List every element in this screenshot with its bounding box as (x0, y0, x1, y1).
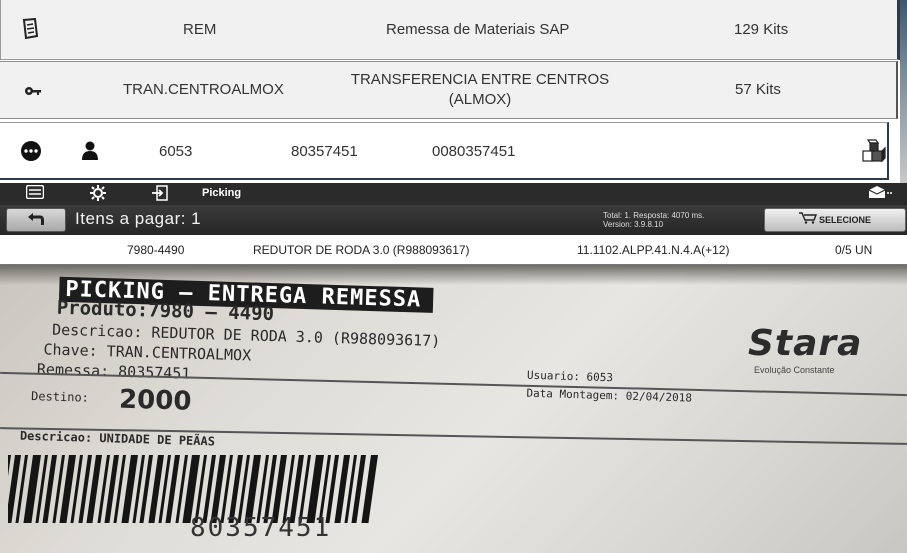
select-button[interactable]: SELECIONE (764, 208, 906, 232)
response-stats: Total: 1. Resposta: 4070 ms. Version: 3.… (603, 211, 704, 229)
brand-logo: Stara (748, 323, 863, 364)
boxes-icon[interactable] (860, 137, 888, 169)
receipt-icon (21, 17, 39, 44)
window-edge (900, 0, 907, 183)
list-row-shipment[interactable]: 6053 80357451 0080357451 (0, 122, 889, 180)
row-quantity: 129 Kits (734, 21, 789, 38)
list-row-rem[interactable]: REM Remessa de Materiais SAP 129 Kits (0, 0, 900, 60)
gear-icon[interactable] (90, 185, 106, 205)
row-description: Remessa de Materiais SAP (386, 21, 570, 38)
row-description-line2: (ALMOX) (448, 91, 512, 108)
key-icon (24, 81, 42, 101)
select-label: SELECIONE (818, 215, 871, 225)
user-id: 6053 (159, 143, 193, 160)
list-row-transfer[interactable]: TRAN.CENTROALMOX TRANSFERENCIA ENTRE CEN… (0, 61, 898, 119)
stats-line1: Total: 1. Resposta: 4070 ms. (603, 211, 705, 220)
mail-icon[interactable] (868, 185, 892, 203)
label-remessa: Remessa: 80357451 (36, 360, 191, 383)
cart-icon (798, 210, 818, 232)
item-description: REDUTOR DE RODA 3.0 (R988093617) (253, 243, 470, 257)
picking-header: Itens a pagar: 1 Total: 1. Resposta: 407… (0, 205, 907, 235)
more-icon[interactable] (20, 140, 42, 166)
picking-toolbar: Picking (0, 183, 907, 205)
label-usuario: Usuario: 6053 (526, 368, 614, 385)
stats-line2: Version: 3.9.8.10 (603, 220, 664, 229)
row-quantity: 57 Kits (735, 81, 781, 98)
label-destino: 2000 (118, 384, 192, 417)
row-code: TRAN.CENTROALMOX (123, 81, 284, 98)
brand-tagline: Evolução Constante (754, 365, 835, 375)
item-row[interactable]: 7980-4490 REDUTOR DE RODA 3.0 (R98809361… (0, 235, 907, 265)
row-description-line1: TRANSFERENCIA ENTRE CENTROS (350, 71, 610, 88)
login-icon[interactable] (152, 185, 168, 205)
item-quantity: 0/5 UN (835, 243, 873, 257)
barcode-number: 80357451 (190, 513, 332, 543)
toolbar-title: Picking (202, 187, 242, 199)
chave-number: 0080357451 (432, 143, 516, 160)
row-code: REM (183, 21, 217, 38)
item-code: 7980-4490 (127, 243, 185, 257)
remessa-number: 80357451 (291, 143, 358, 160)
label-photo: PICKING — ENTREGA REMESSA Produto:7980 —… (0, 265, 907, 553)
label-destino-caption: Destino: (30, 388, 90, 405)
user-icon (81, 141, 99, 165)
items-to-pay-title: Itens a pagar: 1 (75, 209, 202, 228)
back-button[interactable] (6, 208, 66, 232)
menu-icon[interactable] (25, 184, 45, 203)
back-arrow-icon (26, 210, 46, 230)
item-location: 11.1102.ALPP.41.N.4.A(+12) (577, 243, 730, 257)
